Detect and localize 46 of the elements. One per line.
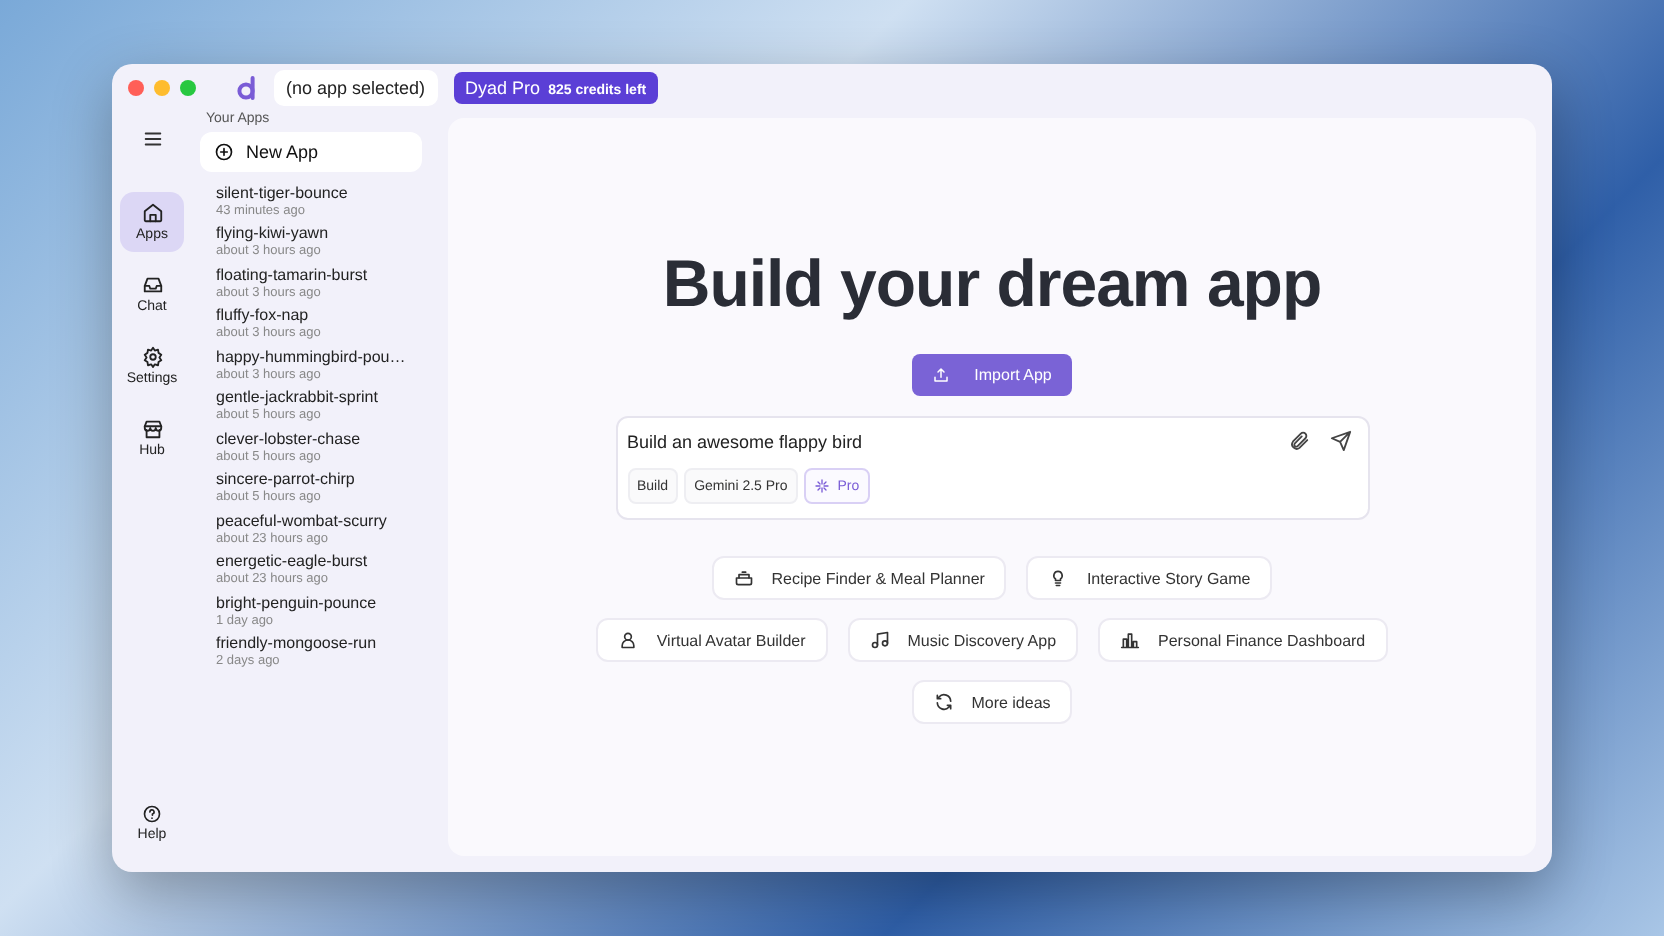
logo-icon: [236, 76, 258, 100]
upload-icon: [932, 366, 951, 384]
heading: Build your dream app: [662, 246, 1322, 322]
attach-button[interactable]: [1287, 430, 1309, 452]
suggestion-chip[interactable]: Music Discovery App: [847, 618, 1079, 662]
import-app-button[interactable]: Import App: [912, 354, 1072, 396]
app-name[interactable]: gentle-jackrabbit-sprint: [216, 388, 414, 406]
user-icon: [618, 630, 639, 650]
app-selector[interactable]: (no app selected): [274, 70, 438, 106]
app-name[interactable]: floating-tamarin-burst: [216, 265, 414, 283]
inbox-icon: [141, 274, 163, 296]
app-name[interactable]: silent-tiger-bounce: [216, 183, 414, 201]
suggestion-chip[interactable]: Interactive Story Game: [1026, 556, 1273, 600]
prompt-input[interactable]: Build an awesome flappy bird: [627, 431, 1267, 451]
minimize-button[interactable]: [154, 80, 170, 96]
app-name[interactable]: clever-lobster-chase: [216, 429, 414, 447]
music-note-icon: [869, 630, 890, 650]
app-name[interactable]: sincere-parrot-chirp: [216, 470, 414, 488]
sparkle-icon: [813, 478, 830, 494]
app-name[interactable]: bright-penguin-pounce: [216, 593, 414, 611]
app-name[interactable]: peaceful-wombat-scurry: [216, 511, 414, 529]
app-name[interactable]: energetic-eagle-burst: [216, 552, 414, 570]
app-name[interactable]: happy-hummingbird-pou…: [216, 347, 414, 365]
paperclip-icon: [1287, 430, 1309, 452]
lightbulb-icon: [1048, 568, 1069, 588]
menu-icon: [141, 128, 163, 150]
more-ideas-button[interactable]: More ideas: [911, 680, 1073, 724]
cooking-pot-icon: [733, 568, 754, 588]
send-button[interactable]: [1329, 430, 1351, 452]
bar-chart-icon: [1120, 630, 1141, 650]
new-app-button[interactable]: New App: [200, 132, 422, 172]
send-icon: [1329, 430, 1351, 452]
close-button[interactable]: [128, 80, 144, 96]
store-icon: [141, 418, 163, 440]
app-name[interactable]: flying-kiwi-yawn: [216, 224, 414, 242]
app-name[interactable]: fluffy-fox-nap: [216, 306, 414, 324]
suggestion-chip[interactable]: Virtual Avatar Builder: [596, 618, 828, 662]
settings-icon: [141, 346, 163, 368]
refresh-icon: [933, 692, 954, 712]
home-icon: [141, 202, 163, 224]
suggestion-chip[interactable]: Recipe Finder & Meal Planner: [711, 556, 1007, 600]
zoom-button[interactable]: [180, 80, 196, 96]
suggestion-chip[interactable]: Personal Finance Dashboard: [1098, 618, 1388, 662]
app-name[interactable]: friendly-mongoose-run: [216, 634, 414, 652]
help-icon: [142, 804, 162, 824]
plus-circle-icon: [214, 142, 234, 162]
